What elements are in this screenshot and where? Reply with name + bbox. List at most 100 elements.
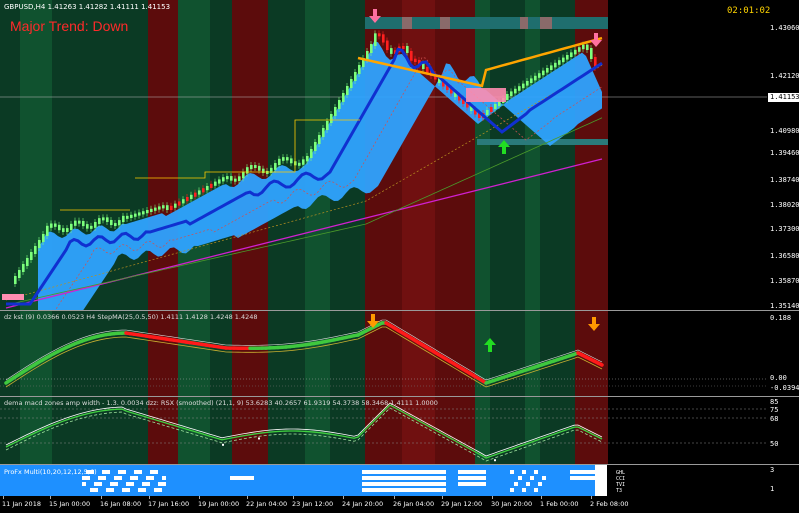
profx-cell	[534, 470, 538, 474]
profx-cell	[150, 470, 154, 474]
time-axis-label: 23 Jan 12:00	[292, 500, 334, 508]
profx-cell	[466, 482, 470, 486]
trend-zone	[268, 0, 305, 310]
candle-body	[62, 228, 65, 232]
profx-cell	[390, 476, 394, 480]
candle-body	[370, 44, 373, 53]
profx-cell	[150, 476, 154, 480]
profx-cell	[590, 470, 594, 474]
candle-body	[70, 223, 73, 231]
time-axis[interactable]: 11 Jan 2018 15 Jan 00:00 16 Jan 08:00 17 Ja…	[0, 496, 799, 513]
profx-cell	[390, 470, 394, 474]
profx-cell	[442, 476, 446, 480]
time-axis-tick	[3, 496, 4, 499]
kst-chart[interactable]	[0, 311, 767, 396]
profx-axis[interactable]: 3 1	[767, 465, 799, 496]
price-chart[interactable]	[0, 0, 767, 310]
candle-body	[42, 234, 45, 242]
candle-body	[166, 205, 169, 210]
candle-body	[562, 57, 565, 63]
main-chart-pane[interactable]: GBPUSD,H4 1.41263 1.41282 1.41111 1.4115…	[0, 0, 767, 310]
kst-axis[interactable]: 0.188 0.00 -0.0394	[767, 311, 799, 396]
price-axis-label: 1.36580	[770, 252, 799, 260]
time-axis-tick	[247, 496, 248, 499]
profx-cell	[534, 488, 538, 492]
candle-body	[30, 252, 33, 260]
time-axis-label: 16 Jan 08:00	[100, 500, 142, 508]
profx-cell	[442, 488, 446, 492]
profx-cell	[418, 476, 422, 480]
candle-body	[190, 194, 193, 199]
top-band-segment	[520, 17, 528, 29]
candle-body	[210, 183, 213, 188]
trend-zone	[435, 397, 475, 464]
time-axis-tick	[149, 496, 150, 499]
rsx-axis-68: 68	[770, 415, 779, 423]
time-axis-tick	[591, 496, 592, 499]
candle-body	[298, 162, 301, 166]
profx-cell	[442, 482, 446, 486]
trend-zone	[490, 397, 525, 464]
profx-cell	[478, 482, 482, 486]
profx-cell	[94, 488, 98, 492]
profx-cell	[366, 482, 370, 486]
macd-rsx-pane[interactable]: dema macd zones amp width - 1.3. 0.0034 …	[0, 397, 767, 464]
profx-cell	[418, 488, 422, 492]
profx-cell	[110, 482, 114, 486]
time-axis-label: 2 Feb 08:00	[590, 500, 629, 508]
profx-cell	[382, 488, 386, 492]
profx-cell	[82, 482, 86, 486]
candle-body	[314, 142, 317, 151]
time-axis-tick	[293, 496, 294, 499]
trend-zone	[365, 397, 402, 464]
profx-cell	[530, 476, 534, 480]
profx-cell	[518, 476, 522, 480]
profx-cell	[374, 476, 378, 480]
candle-body	[542, 70, 545, 76]
candle-body	[202, 188, 205, 193]
candle-body	[322, 128, 325, 137]
profx-cell	[102, 470, 106, 474]
profx-cell	[418, 470, 422, 474]
kst-pane[interactable]: dz kst (9) 0.0366 0.0523 H4 StepMA(25,0.…	[0, 311, 767, 396]
profx-cell	[386, 488, 390, 492]
candle-body	[138, 212, 141, 216]
profx-cell	[458, 476, 462, 480]
top-band	[365, 17, 608, 29]
profx-cell	[162, 482, 166, 486]
candle-body	[18, 270, 21, 278]
profx-cell	[438, 470, 442, 474]
profx-cell	[90, 488, 94, 492]
trend-zone	[540, 397, 575, 464]
bottom-band	[477, 139, 608, 145]
candle-body	[586, 44, 589, 50]
profx-cell	[362, 470, 366, 474]
profx-cell	[154, 470, 158, 474]
profx-cell	[438, 488, 442, 492]
profx-cell	[570, 470, 574, 474]
profx-cell	[422, 488, 426, 492]
candle-body	[402, 46, 405, 50]
price-axis-label: 1.38020	[770, 201, 799, 209]
profx-cell	[474, 470, 478, 474]
profx-cell	[142, 488, 146, 492]
profx-chart[interactable]	[0, 465, 767, 496]
symbol-info: GBPUSD,H4 1.41263 1.41282 1.41111 1.4115…	[4, 3, 171, 11]
profx-cell	[230, 476, 234, 480]
profx-cell	[414, 488, 418, 492]
candle-body	[82, 220, 85, 227]
profx-cell	[390, 482, 394, 486]
time-axis-tick	[394, 496, 395, 499]
rsx-axis[interactable]: 85 75 68 50	[767, 397, 799, 464]
price-axis[interactable]: 1.43060 1.42120 1.40980 1.39460 1.38740 1.380…	[767, 0, 799, 310]
candle-body	[34, 246, 37, 254]
profx-cell	[386, 476, 390, 480]
candle-body	[178, 201, 181, 206]
profx-pane[interactable]: ProFx Multi(10,20,12,12,5,6) GHL CCI TVI…	[0, 465, 767, 496]
kst-segment	[596, 361, 604, 367]
candle-body	[266, 170, 269, 174]
profx-cell	[410, 476, 414, 480]
candle-body	[54, 223, 57, 227]
profx-cell	[458, 482, 462, 486]
rsx-chart[interactable]	[0, 397, 767, 464]
